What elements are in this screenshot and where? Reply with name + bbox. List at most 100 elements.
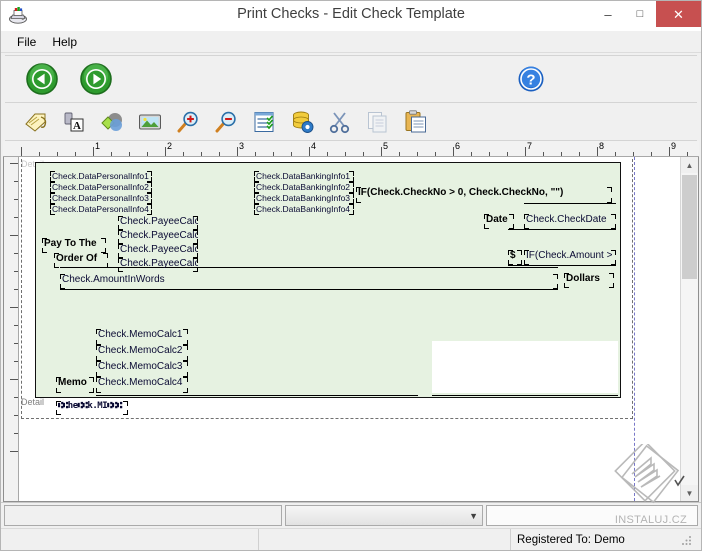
field-memo-calc-3[interactable]: Check.MemoCalc3 (96, 361, 188, 377)
minimize-button[interactable]: – (592, 1, 624, 27)
field-personal-info-3[interactable]: Check.DataPersonalInfo3 (50, 193, 152, 204)
copy-icon[interactable] (365, 109, 391, 135)
scroll-up-icon[interactable]: ▲ (681, 157, 698, 173)
back-button[interactable] (25, 62, 59, 96)
label-order-of[interactable]: Order Of (54, 253, 108, 268)
tag-pencil-icon[interactable] (23, 109, 49, 135)
ruler-label: 7 (527, 141, 533, 151)
field-amount-in-words[interactable]: Check.AmountInWords (60, 274, 558, 289)
status-cell-2 (259, 529, 511, 550)
field-personal-info-2[interactable]: Check.DataPersonalInfo2 (50, 182, 152, 193)
ruler-tick (399, 152, 400, 156)
label-pay-to-the[interactable]: Pay To The (42, 238, 106, 253)
field-banking-info-2[interactable]: Check.DataBankingInfo2 (254, 182, 354, 193)
ruler-tick (57, 152, 58, 156)
toolbar-container: ? A (1, 53, 701, 141)
field-banking-info-1[interactable]: Check.DataBankingInfo1 (254, 171, 354, 182)
magnifier-minus-icon[interactable] (213, 109, 239, 135)
ruler-tick (291, 152, 292, 156)
label-dollars[interactable]: Dollars (564, 273, 614, 288)
printer-icon (7, 4, 29, 26)
scissors-icon[interactable] (327, 109, 353, 135)
ruler-tick (237, 147, 238, 156)
ruler-tick (489, 152, 490, 156)
resize-grip-icon[interactable] (679, 533, 693, 547)
ruler-tick (579, 152, 580, 156)
menu-file[interactable]: File (9, 33, 44, 51)
vruler-tick (14, 199, 18, 200)
vruler-tick (14, 217, 18, 218)
label-date[interactable]: Date (484, 214, 514, 229)
database-gear-icon[interactable] (289, 109, 315, 135)
vruler-tick (14, 271, 18, 272)
bottom-panel-right[interactable] (486, 505, 698, 526)
picture-icon[interactable] (137, 109, 163, 135)
ruler-tick (21, 147, 22, 156)
ruler-tick (93, 147, 94, 156)
menu-help[interactable]: Help (44, 33, 85, 51)
ruler-tick (255, 152, 256, 156)
label-memo[interactable]: Memo (56, 377, 94, 393)
line-date (508, 229, 616, 230)
horizontal-ruler: 1 2 3 4 5 6 7 8 9 (3, 141, 699, 157)
bottom-panel-left[interactable] (4, 505, 282, 526)
field-personal-info-1[interactable]: Check.DataPersonalInfo1 (50, 171, 152, 182)
ruler-tick (669, 147, 670, 156)
ruler-tick (633, 152, 634, 156)
vertical-ruler (4, 157, 19, 501)
text-object-icon[interactable]: A (61, 109, 87, 135)
field-payee-calc-1[interactable]: Check.PayeeCalc1 (118, 216, 198, 230)
field-amount[interactable]: IF(Check.Amount > (524, 250, 616, 265)
ruler-tick (309, 147, 310, 156)
field-payee-calc-3[interactable]: Check.PayeeCalc3 (118, 244, 198, 258)
check-template-rectangle[interactable]: Check.DataPersonalInfo1 Check.DataPerson… (35, 162, 621, 415)
svg-text:?: ? (526, 72, 535, 89)
field-memo-calc-1[interactable]: Check.MemoCalc1 (96, 329, 188, 345)
close-button[interactable]: ✕ (656, 1, 701, 27)
vruler-tick (14, 343, 18, 344)
line-check-number (524, 203, 616, 204)
vruler-tick (14, 325, 18, 326)
vruler-tick (14, 433, 18, 434)
magnifier-plus-icon[interactable] (175, 109, 201, 135)
field-banking-info-4[interactable]: Check.DataBankingInfo4 (254, 204, 354, 215)
caption-buttons: – □ ✕ (592, 1, 701, 27)
ruler-label: 8 (599, 141, 605, 151)
help-button[interactable]: ? (517, 65, 545, 93)
svg-text:A: A (73, 120, 81, 132)
ruler-tick (687, 152, 688, 156)
ruler-tick (453, 147, 454, 156)
maximize-icon: □ (636, 7, 644, 20)
field-banking-info-3[interactable]: Check.DataBankingInfo3 (254, 193, 354, 204)
ruler-tick (471, 152, 472, 156)
field-check-date[interactable]: Check.CheckDate (524, 214, 616, 229)
scroll-down-icon[interactable]: ▼ (681, 485, 698, 501)
field-memo-calc-2[interactable]: Check.MemoCalc2 (96, 345, 188, 361)
ruler-label: 3 (239, 141, 245, 151)
vruler-tick (14, 181, 18, 182)
clipboard-paste-icon[interactable] (403, 109, 429, 135)
field-payee-calc-2[interactable]: Check.PayeeCalc2 (118, 230, 198, 244)
field-check-number[interactable]: IF(Check.CheckNo > 0, Check.CheckNo, "") (356, 187, 612, 203)
ruler-tick (165, 147, 166, 156)
menu-bar: File Help (1, 31, 701, 53)
field-personal-info-4[interactable]: Check.DataPersonalInfo4 (50, 204, 152, 215)
checklist-icon[interactable] (251, 109, 277, 135)
vruler-tick (14, 415, 18, 416)
scrollbar-thumb[interactable] (682, 175, 697, 279)
maximize-button[interactable]: □ (624, 1, 656, 27)
ruler-tick (507, 152, 508, 156)
design-canvas[interactable]: Detail Check.DataPersonalInfo1 Check.Dat… (19, 157, 680, 501)
field-payee-calc-4[interactable]: Check.PayeeCalc4 (118, 258, 198, 272)
label-dollar-sign[interactable]: $ (508, 250, 522, 265)
ruler-tick (75, 152, 76, 156)
title-bar: Print Checks - Edit Check Template – □ ✕ (1, 1, 701, 31)
ruler-tick (561, 152, 562, 156)
template-dropdown[interactable]: ▼ (285, 505, 483, 526)
designer-vertical-scrollbar[interactable]: ▲ ▼ (680, 157, 698, 501)
forward-button[interactable] (79, 62, 113, 96)
shape-icon[interactable] (99, 109, 125, 135)
field-memo-calc-4[interactable]: Check.MemoCalc4 (96, 377, 188, 393)
field-micr-line[interactable]: ⑆⑆he⑆⑆k.MI⑆⑆⑆ (56, 401, 128, 415)
ruler-tick (615, 152, 616, 156)
